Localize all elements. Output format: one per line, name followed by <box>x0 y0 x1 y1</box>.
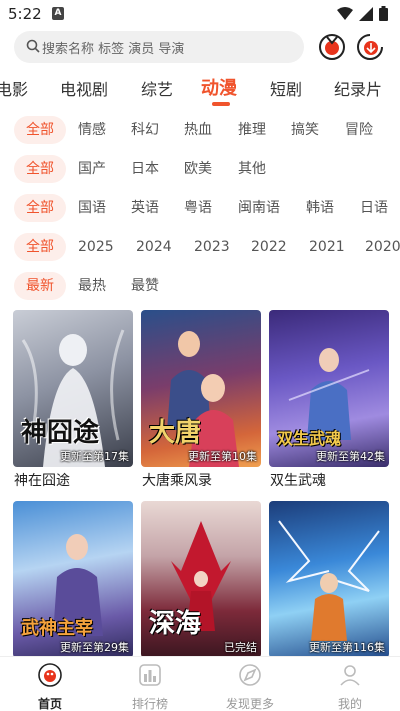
filter-chip[interactable]: 最赞 <box>131 272 159 300</box>
search-placeholder: 搜索名称 标签 演员 导演 <box>42 42 185 57</box>
nav-home-label: 首页 <box>37 697 62 711</box>
filter-chip[interactable]: 最热 <box>78 272 106 300</box>
status-time: 5:22 <box>8 5 42 23</box>
filter-row-region: 全部 国产 日本 欧美 其他 <box>0 155 400 187</box>
filter-chip[interactable]: 全部 <box>14 155 66 183</box>
poster-image: 双生武魂 更新至第42集 <box>269 310 389 467</box>
filter-chip[interactable]: 情感 <box>78 116 106 144</box>
filter-chip[interactable]: 全部 <box>14 194 66 222</box>
discover-icon <box>239 664 261 686</box>
profile-icon <box>340 665 360 686</box>
app-notification-icon: A <box>52 7 64 20</box>
category-tabs: 电影 电视剧 综艺 动漫 短剧 纪录片 <box>0 70 400 110</box>
filter-chip[interactable]: 英语 <box>131 194 159 222</box>
filter-chip[interactable]: 其他 <box>238 155 266 183</box>
home-icon <box>38 663 62 687</box>
status-bar: 5:22 A <box>0 0 400 28</box>
poster-image: 更新至第116集 <box>269 501 389 658</box>
filter-chip[interactable]: 推理 <box>238 116 266 144</box>
filter-chip[interactable]: 冒险 <box>345 116 373 144</box>
search-input[interactable]: 搜索名称 标签 演员 导演 <box>14 31 304 63</box>
filter-chip[interactable]: 日本 <box>131 155 159 183</box>
poster-image: 武神主宰 更新至第29集 <box>13 501 133 658</box>
filter-chip[interactable]: 2020 <box>365 233 400 261</box>
poster-image: 深海 已完结 <box>141 501 261 658</box>
episode-status: 已完结 <box>224 641 257 654</box>
history-icon <box>319 34 345 60</box>
history-button[interactable] <box>318 33 346 61</box>
tab-tv-series[interactable]: 电视剧 <box>60 76 108 100</box>
poster-image: 大唐 更新至第10集 <box>141 310 261 467</box>
poster-figure <box>278 520 380 641</box>
filter-chip[interactable]: 全部 <box>14 233 66 261</box>
poster-image: 神囧途 更新至第17集 <box>13 310 133 467</box>
signal-icon <box>359 6 373 21</box>
filter-chip[interactable]: 2025 <box>78 233 114 261</box>
episode-status: 更新至第116集 <box>309 641 385 654</box>
filter-row-language: 全部 国语 英语 粤语 闽南语 韩语 日语 <box>0 194 400 226</box>
tab-anime[interactable]: 动漫 <box>201 74 237 100</box>
filter-chip[interactable]: 热血 <box>184 116 212 144</box>
filter-row-year: 全部 2025 2024 2023 2022 2021 2020 <box>0 233 400 265</box>
episode-status: 更新至第42集 <box>316 450 385 463</box>
ranking-icon <box>139 664 161 686</box>
filter-chip[interactable]: 2022 <box>251 233 287 261</box>
filter-row-sort: 最新 最热 最赞 <box>0 272 400 304</box>
filter-chip[interactable]: 2023 <box>194 233 230 261</box>
poster-logo: 武神主宰 <box>21 618 93 639</box>
bottom-navigation: 首页 排行榜 发现更多 我的 <box>0 656 400 711</box>
filter-chip[interactable]: 韩语 <box>306 194 334 222</box>
filter-chip[interactable]: 2024 <box>136 233 172 261</box>
nav-home[interactable]: 首页 <box>10 663 90 711</box>
poster-logo: 神囧途 <box>21 418 100 448</box>
filter-chip[interactable]: 全部 <box>14 116 66 144</box>
item-title: 大唐乘风录 <box>142 473 212 489</box>
episode-status: 更新至第29集 <box>60 641 129 654</box>
nav-discover[interactable]: 发现更多 <box>210 663 290 711</box>
poster-logo: 双生武魂 <box>277 429 342 448</box>
battery-icon <box>379 6 388 21</box>
system-icons <box>337 6 388 21</box>
tab-short-drama[interactable]: 短剧 <box>270 76 302 100</box>
nav-ranking-label: 排行榜 <box>131 697 168 711</box>
app-screen: 5:22 A 搜索名称 标签 演员 导演 电影 电视剧 综艺 动漫 短剧 纪录片… <box>0 0 400 711</box>
tab-active-indicator <box>212 102 230 106</box>
nav-profile[interactable]: 我的 <box>310 663 390 711</box>
filter-chip[interactable]: 粤语 <box>184 194 212 222</box>
filter-chip[interactable]: 搞笑 <box>291 116 319 144</box>
nav-profile-label: 我的 <box>337 697 362 711</box>
filter-chip[interactable]: 日语 <box>360 194 388 222</box>
poster-logo: 大唐 <box>149 418 202 448</box>
item-title: 神在囧途 <box>14 473 70 489</box>
search-icon <box>26 39 40 53</box>
filter-row-genre: 全部 情感 科幻 热血 推理 搞笑 冒险 <box>0 116 400 148</box>
tab-movie[interactable]: 电影 <box>0 76 28 100</box>
filter-chip[interactable]: 科幻 <box>131 116 159 144</box>
item-title: 双生武魂 <box>270 473 326 489</box>
filter-chip[interactable]: 国语 <box>78 194 106 222</box>
poster-logo: 深海 <box>149 609 202 639</box>
download-icon <box>357 34 383 60</box>
filter-chip[interactable]: 欧美 <box>184 155 212 183</box>
episode-status: 更新至第10集 <box>188 450 257 463</box>
wifi-icon <box>337 6 353 20</box>
nav-discover-label: 发现更多 <box>225 697 274 711</box>
episode-status: 更新至第17集 <box>60 450 129 463</box>
filter-chip[interactable]: 闽南语 <box>238 194 280 222</box>
tab-documentary[interactable]: 纪录片 <box>334 76 382 100</box>
tab-variety[interactable]: 综艺 <box>141 76 173 100</box>
download-button[interactable] <box>356 33 384 61</box>
filter-chip[interactable]: 2021 <box>309 233 345 261</box>
nav-ranking[interactable]: 排行榜 <box>110 663 190 711</box>
filter-chip[interactable]: 最新 <box>14 272 66 300</box>
filter-chip[interactable]: 国产 <box>78 155 106 183</box>
